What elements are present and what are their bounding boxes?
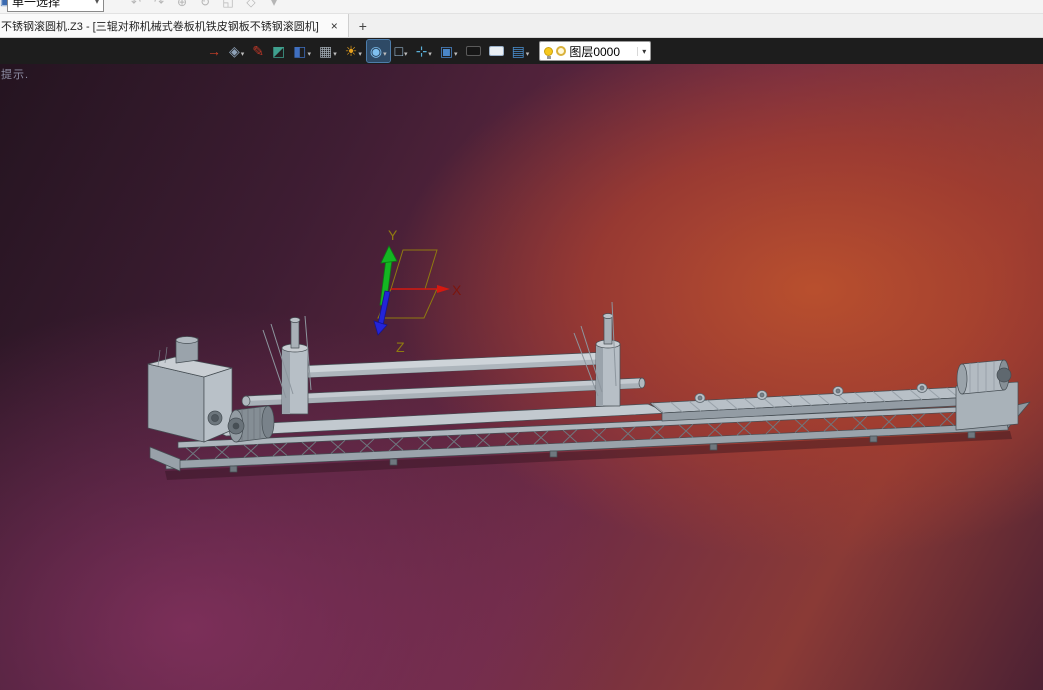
- layer-color-icon[interactable]: [556, 46, 567, 56]
- axis-x-arrowhead: [437, 285, 450, 293]
- close-tab-icon[interactable]: ×: [328, 19, 341, 33]
- chevron-down-icon: ▾: [428, 51, 432, 58]
- chevron-down-icon: ▾: [404, 51, 408, 58]
- end-motor-unit[interactable]: [955, 359, 1019, 431]
- axis-y-arrowhead: [380, 245, 398, 264]
- layer-combo-value: 图层0000: [569, 44, 621, 59]
- undo-icon[interactable]: ↶: [128, 0, 144, 12]
- layer-combo[interactable]: 图层0000 ▾: [539, 41, 652, 61]
- 3d-viewport[interactable]: 提示. X Y Z: [0, 64, 1043, 690]
- solid-shell-glyph: ◩: [272, 43, 286, 59]
- chevron-down-icon: ▾: [358, 51, 362, 58]
- display-settings-icon[interactable]: ▣ ▾: [437, 40, 461, 62]
- axis-z-arrowhead: [373, 320, 388, 336]
- sketch-pen-icon[interactable]: ✎: [249, 40, 267, 62]
- selection-box-icon[interactable]: □ ▾: [392, 40, 411, 62]
- axis-y-label: Y: [388, 227, 398, 243]
- new-tab-button[interactable]: +: [349, 14, 377, 37]
- shaded-display-icon[interactable]: ◧ ▾: [290, 40, 314, 62]
- chevron-down-icon: ▾: [307, 51, 312, 58]
- view-ribbon-toolbar: → ◈ ▾ ✎ ◩ ◧ ▾ ▦ ▾ ☀ ▾ ◉ ▾ □ ▾ ⊹ ▾ ▣ ▾ ▤ ▾ 图层0000 ▾: [0, 38, 1043, 64]
- wireframe-display-icon[interactable]: ▦ ▾: [316, 40, 340, 62]
- view-settings-icon[interactable]: ▾: [266, 0, 282, 12]
- line-color-swatch: [465, 46, 481, 56]
- zoom-tools-icon[interactable]: ◉ ▾: [365, 39, 391, 63]
- axis-plane-xy: [390, 249, 438, 290]
- wireframe-display-glyph: ▦: [319, 43, 333, 59]
- redo-icon[interactable]: ↷: [151, 0, 167, 12]
- layer-manager-icon[interactable]: ▤ ▾: [509, 40, 533, 62]
- zoom-tools-glyph: ◉: [369, 43, 383, 59]
- fit-view-icon[interactable]: ◇: [243, 0, 259, 12]
- line-color-icon[interactable]: [463, 40, 484, 62]
- document-tab-title: 不锈钢滚圆机.Z3 - [三辊对称机械式卷板机铁皮钢板不锈钢滚圆机]: [1, 20, 319, 33]
- render-effects-glyph: ☀: [344, 43, 358, 59]
- upper-roll-beam[interactable]: [295, 351, 609, 379]
- axis-z-arrow[interactable]: [377, 290, 391, 326]
- pan-view-icon[interactable]: ⊕: [174, 0, 190, 12]
- zoom-window-icon[interactable]: ◱: [220, 0, 236, 12]
- chevron-down-icon: ▾: [454, 51, 458, 58]
- chevron-down-icon: ▾: [240, 51, 245, 58]
- datum-display-glyph: ⊹: [415, 43, 428, 59]
- chevron-down-icon: ▾: [383, 51, 387, 58]
- roll-housing-left[interactable]: [281, 317, 309, 415]
- selection-mode-value: 单一选择: [12, 0, 61, 9]
- gearbox-unit[interactable]: [147, 336, 233, 443]
- solid-shell-icon[interactable]: ◩: [269, 40, 288, 62]
- selection-mode-combo[interactable]: 单一选择 ▾: [7, 0, 104, 12]
- view-orientation-icon[interactable]: ◈ ▾: [226, 40, 247, 62]
- chevron-down-icon: ▾: [525, 51, 530, 58]
- layer-visibility-bulb-icon[interactable]: [544, 46, 554, 59]
- viewport-scene: X Y Z: [147, 227, 1031, 480]
- axis-triad[interactable]: X Y Z: [373, 227, 462, 355]
- drive-motor[interactable]: [227, 405, 275, 443]
- layer-manager-glyph: ▤: [511, 43, 525, 59]
- selection-box-glyph: □: [394, 43, 404, 59]
- machine-model[interactable]: [147, 301, 1031, 480]
- axis-z-label: Z: [396, 339, 405, 355]
- render-effects-icon[interactable]: ☀ ▾: [342, 40, 365, 62]
- shaded-display-glyph: ◧: [293, 43, 307, 59]
- sketch-pen-glyph: ✎: [252, 43, 265, 59]
- exit-environment-glyph: →: [207, 43, 221, 59]
- document-tab[interactable]: 不锈钢滚圆机.Z3 - [三辊对称机械式卷板机铁皮钢板不锈钢滚圆机] ×: [0, 14, 349, 37]
- ribbon-icons: → ◈ ▾ ✎ ◩ ◧ ▾ ▦ ▾ ☀ ▾ ◉ ▾ □ ▾ ⊹ ▾ ▣ ▾ ▤ ▾: [204, 39, 533, 63]
- background-color-swatch: [488, 46, 504, 56]
- quick-view-icons: ↶ ↷ ⊕ ↻ ◱ ◇ ▾: [128, 0, 282, 12]
- view-orientation-glyph: ◈: [229, 43, 240, 59]
- roll-housing-right[interactable]: [595, 313, 621, 407]
- display-settings-glyph: ▣: [439, 43, 454, 59]
- rotate-view-icon[interactable]: ↻: [197, 0, 213, 12]
- exit-environment-icon[interactable]: →: [204, 40, 224, 62]
- top-toolbar-strip: ▣ 单一选择 ▾ ↶ ↷ ⊕ ↻ ◱ ◇ ▾: [0, 0, 1043, 14]
- background-color-icon[interactable]: [486, 40, 507, 62]
- layer-combo-dropdown-icon[interactable]: ▾: [637, 46, 646, 56]
- chevron-down-icon: ▾: [94, 0, 99, 6]
- datum-display-icon[interactable]: ⊹ ▾: [413, 40, 435, 62]
- axis-x-label: X: [452, 282, 462, 298]
- document-tab-bar: 不锈钢滚圆机.Z3 - [三辊对称机械式卷板机铁皮钢板不锈钢滚圆机] × +: [0, 14, 1043, 38]
- chevron-down-icon: ▾: [333, 51, 337, 58]
